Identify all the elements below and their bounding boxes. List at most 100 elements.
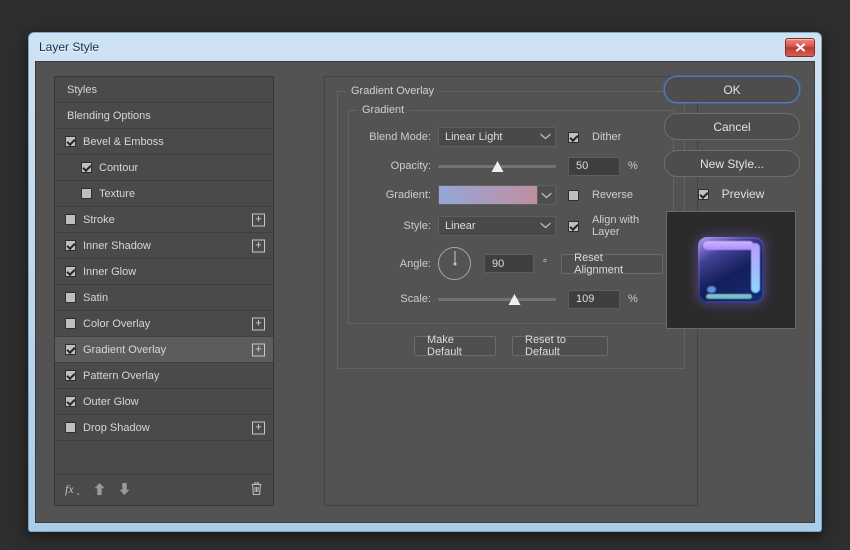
styles-list-item-texture[interactable]: Texture bbox=[55, 181, 273, 207]
scale-slider-track bbox=[438, 297, 556, 301]
gradient-overlay-group: Gradient Overlay Gradient Blend Mode: Li… bbox=[337, 85, 685, 369]
chevron-down-icon bbox=[540, 220, 551, 232]
styles-list-item-label: Pattern Overlay bbox=[83, 369, 160, 382]
gradient-label: Gradient: bbox=[385, 189, 431, 201]
preview-checkbox[interactable]: Preview bbox=[664, 187, 798, 201]
styles-list-item-stroke[interactable]: Stroke + bbox=[55, 207, 273, 233]
opacity-input[interactable]: 50 bbox=[568, 156, 620, 176]
styles-list-item-label: Contour bbox=[99, 161, 139, 174]
reverse-checkbox[interactable]: Reverse bbox=[568, 189, 633, 201]
style-enable-checkbox[interactable] bbox=[65, 266, 76, 277]
layer-style-dialog: Layer Style Styles Blending Options Bevel … bbox=[28, 32, 822, 532]
style-enable-checkbox[interactable] bbox=[81, 162, 92, 173]
style-label: Style: bbox=[403, 220, 431, 232]
styles-list-item-label: Gradient Overlay bbox=[83, 343, 167, 356]
style-enable-checkbox[interactable] bbox=[65, 214, 76, 225]
styles-list-item-gradient-overlay[interactable]: Gradient Overlay + bbox=[55, 337, 273, 363]
gradient-overlay-panel: Gradient Overlay Gradient Blend Mode: Li… bbox=[324, 76, 698, 506]
gradient-swatch[interactable] bbox=[439, 186, 537, 204]
add-effect-plus-icon[interactable]: + bbox=[252, 213, 265, 226]
chevron-down-icon bbox=[540, 131, 551, 143]
styles-list-item-pattern-overlay[interactable]: Pattern Overlay bbox=[55, 363, 273, 389]
blend-mode-value: Linear Light bbox=[445, 131, 503, 143]
dither-checkbox-box bbox=[568, 131, 579, 143]
style-enable-checkbox[interactable] bbox=[65, 370, 76, 381]
styles-list-item-label: Drop Shadow bbox=[83, 421, 150, 434]
title-bar: Layer Style bbox=[29, 33, 821, 61]
gradient-legend: Gradient bbox=[357, 104, 410, 116]
styles-list-item-inner-shadow[interactable]: Inner Shadow + bbox=[55, 233, 273, 259]
styles-list-item-blending-options[interactable]: Blending Options bbox=[55, 103, 273, 129]
reverse-checkbox-box bbox=[568, 189, 579, 201]
styles-list-item-label: Blending Options bbox=[67, 109, 151, 122]
opacity-slider[interactable] bbox=[438, 157, 556, 176]
styles-list-item-label: Inner Glow bbox=[83, 265, 137, 278]
styles-list-item-label: Outer Glow bbox=[83, 395, 139, 408]
reset-to-default-button[interactable]: Reset to Default bbox=[512, 334, 608, 358]
arrow-down-icon[interactable] bbox=[118, 482, 131, 499]
add-effect-plus-icon[interactable]: + bbox=[252, 421, 265, 434]
opacity-value-group: 50 % bbox=[568, 156, 638, 176]
styles-list-item-label: Styles bbox=[67, 83, 97, 96]
styles-list-item-outer-glow[interactable]: Outer Glow bbox=[55, 389, 273, 415]
style-enable-checkbox[interactable] bbox=[65, 344, 76, 355]
add-effect-plus-icon[interactable]: + bbox=[252, 239, 265, 252]
align-with-layer-checkbox[interactable]: Align with Layer bbox=[568, 214, 663, 238]
close-button[interactable] bbox=[785, 38, 815, 57]
angle-row: Angle: 90 ° Reset Alignment bbox=[359, 247, 663, 280]
window-title: Layer Style bbox=[39, 40, 100, 54]
make-default-button[interactable]: Make Default bbox=[414, 334, 496, 358]
gradient-inner-group: Gradient Blend Mode: Linear Light Dither… bbox=[348, 104, 674, 324]
dither-label: Dither bbox=[592, 131, 622, 143]
styles-list-item-satin[interactable]: Satin bbox=[55, 285, 273, 311]
styles-list-item-drop-shadow[interactable]: Drop Shadow + bbox=[55, 415, 273, 441]
add-effect-plus-icon[interactable]: + bbox=[252, 317, 265, 330]
styles-list-item-color-overlay[interactable]: Color Overlay + bbox=[55, 311, 273, 337]
opacity-slider-thumb[interactable] bbox=[491, 160, 504, 173]
cancel-button[interactable]: Cancel bbox=[664, 113, 800, 140]
style-enable-checkbox[interactable] bbox=[65, 292, 76, 303]
blend-mode-select[interactable]: Linear Light bbox=[438, 127, 556, 147]
style-enable-checkbox[interactable] bbox=[65, 396, 76, 407]
style-enable-checkbox[interactable] bbox=[65, 240, 76, 251]
reset-alignment-button[interactable]: Reset Alignment bbox=[561, 252, 663, 276]
preview-thumbnail-art bbox=[698, 237, 764, 303]
preview-bevel-top bbox=[703, 241, 754, 250]
angle-label: Angle: bbox=[399, 257, 431, 270]
arrow-up-icon[interactable] bbox=[93, 482, 106, 499]
scale-row: Scale: 109 % bbox=[359, 289, 663, 309]
style-enable-checkbox[interactable] bbox=[65, 422, 76, 433]
styles-list-item-bevel-emboss[interactable]: Bevel & Emboss bbox=[55, 129, 273, 155]
gradient-picker[interactable] bbox=[438, 185, 556, 205]
scale-slider-thumb[interactable] bbox=[508, 293, 521, 306]
style-select[interactable]: Linear bbox=[438, 216, 556, 236]
scale-label: Scale: bbox=[400, 293, 431, 305]
gradient-dropdown-arrow[interactable] bbox=[537, 186, 555, 204]
ok-button[interactable]: OK bbox=[664, 76, 800, 103]
angle-input[interactable]: 90 bbox=[484, 254, 534, 273]
dither-checkbox[interactable]: Dither bbox=[568, 131, 621, 143]
styles-list-item-inner-glow[interactable]: Inner Glow bbox=[55, 259, 273, 285]
styles-list-item-label: Satin bbox=[83, 291, 109, 304]
style-enable-checkbox[interactable] bbox=[81, 188, 92, 199]
opacity-label: Opacity: bbox=[390, 160, 431, 172]
style-enable-checkbox[interactable] bbox=[65, 136, 76, 147]
scale-slider[interactable] bbox=[438, 290, 556, 309]
styles-panel: Styles Blending Options Bevel & Emboss Cont… bbox=[54, 76, 274, 506]
fx-icon[interactable]: fx bbox=[65, 482, 81, 499]
preview-highlight-dot bbox=[707, 286, 716, 293]
dialog-body: Styles Blending Options Bevel & Emboss Cont… bbox=[35, 61, 815, 523]
trash-icon[interactable] bbox=[250, 481, 263, 499]
new-style-button[interactable]: New Style... bbox=[664, 150, 800, 177]
align-with-layer-checkbox-box bbox=[568, 220, 579, 232]
align-with-layer-label: Align with Layer bbox=[592, 214, 640, 238]
scale-unit: % bbox=[628, 293, 638, 305]
style-enable-checkbox[interactable] bbox=[65, 318, 76, 329]
angle-dial[interactable] bbox=[438, 247, 471, 280]
styles-list-item-contour[interactable]: Contour bbox=[55, 155, 273, 181]
add-effect-plus-icon[interactable]: + bbox=[252, 343, 265, 356]
styles-list-item-styles[interactable]: Styles bbox=[55, 77, 273, 103]
scale-input[interactable]: 109 bbox=[568, 289, 620, 309]
gradient-overlay-legend: Gradient Overlay bbox=[346, 85, 440, 97]
opacity-row: Opacity: 50 % bbox=[359, 156, 663, 176]
